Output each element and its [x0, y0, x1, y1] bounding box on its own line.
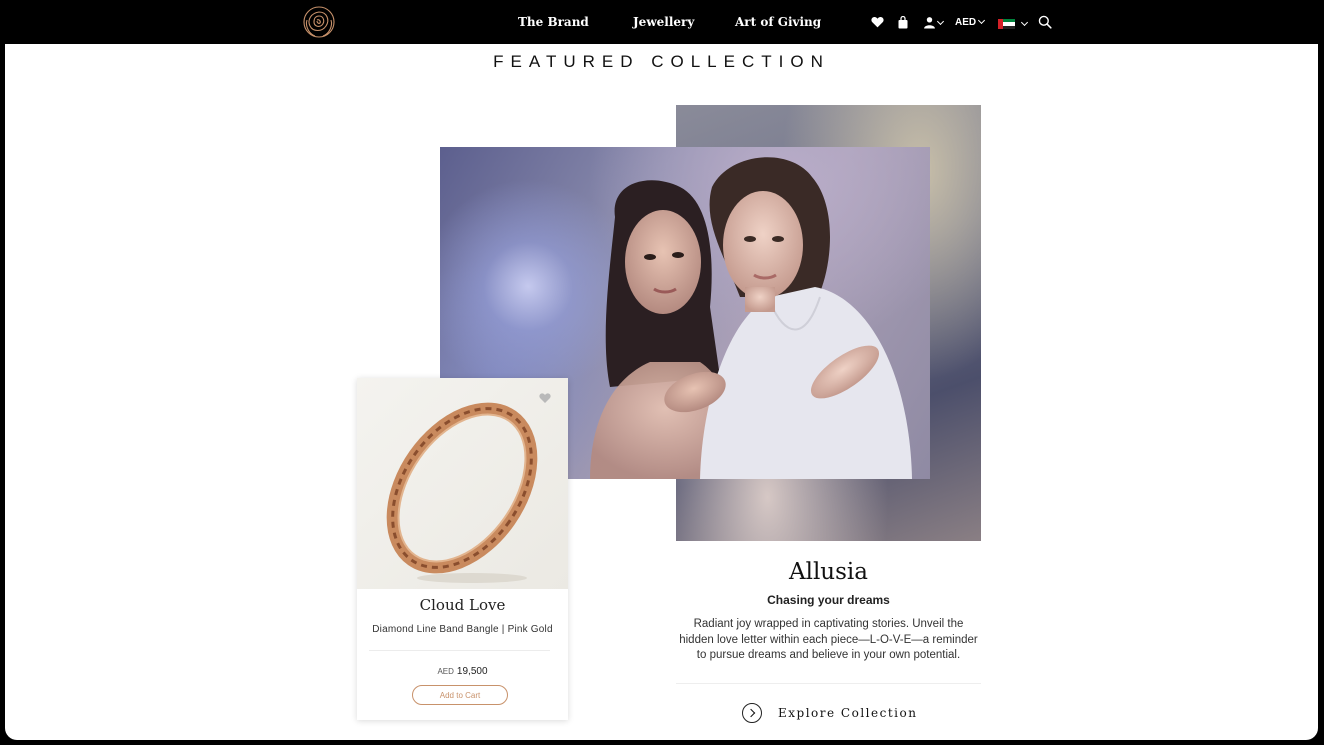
add-to-cart-button[interactable]: Add to Cart	[412, 685, 508, 705]
shopping-bag-icon[interactable]	[898, 14, 908, 30]
currency-label: AED	[955, 17, 977, 28]
price-value: 19,500	[456, 666, 488, 677]
heart-icon[interactable]	[871, 14, 884, 30]
uae-flag-icon[interactable]	[998, 19, 1015, 29]
product-name[interactable]: Cloud Love	[357, 596, 568, 614]
wishlist-heart-icon[interactable]	[539, 392, 551, 404]
collection-subtitle: Chasing your dreams	[767, 593, 890, 607]
nav-link-the-brand[interactable]: The Brand	[518, 15, 589, 29]
collection-description: Radiant joy wrapped in captivating stori…	[679, 618, 978, 661]
currency-selector[interactable]: AED	[955, 16, 986, 28]
section-title: FEATURED COLLECTION	[493, 52, 830, 71]
chevron-right-circle-icon	[742, 703, 762, 723]
product-price: AED 19,500	[357, 666, 568, 677]
collection-divider	[676, 683, 981, 684]
page-content: FEATURED COLLECTION Cloud Love Diamond L…	[5, 44, 1318, 740]
search-icon[interactable]	[1038, 14, 1052, 30]
chevron-down-icon[interactable]	[1020, 18, 1029, 27]
bangle-image	[386, 402, 538, 583]
nav-link-art-of-giving[interactable]: Art of Giving	[735, 15, 821, 29]
collection-title: Allusia	[788, 559, 868, 585]
explore-collection-link[interactable]: Explore Collection	[742, 703, 917, 723]
product-card[interactable]: Cloud Love Diamond Line Band Bangle | Pi…	[357, 378, 568, 720]
chevron-down-icon	[978, 16, 986, 25]
price-currency: AED	[437, 667, 454, 676]
nav-link-jewellery[interactable]: Jewellery	[633, 15, 694, 29]
browser-frame: The Brand Jewellery Art of Giving AED FE…	[0, 0, 1324, 745]
card-divider	[369, 650, 550, 651]
user-icon[interactable]	[923, 14, 945, 30]
chevron-down-icon	[936, 17, 945, 25]
product-description: Diamond Line Band Bangle | Pink Gold	[372, 624, 553, 635]
rose-logo[interactable]	[301, 4, 337, 40]
product-image[interactable]	[357, 378, 568, 589]
top-nav: The Brand Jewellery Art of Giving AED	[0, 0, 1324, 44]
explore-collection-label: Explore Collection	[778, 706, 918, 720]
